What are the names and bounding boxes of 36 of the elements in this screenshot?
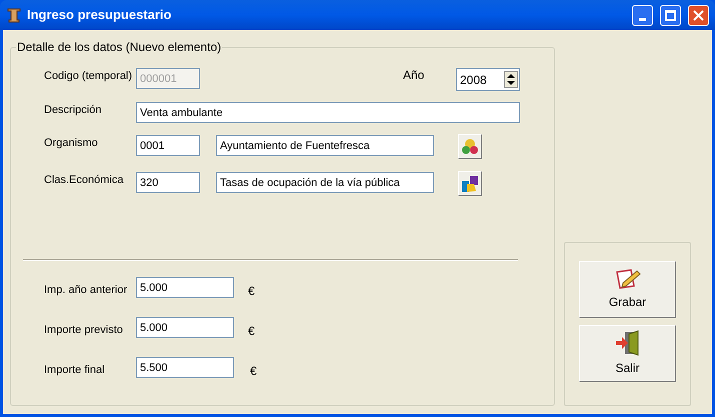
save-button[interactable]: Grabar [579,261,676,318]
field-label: Importe previsto [44,323,124,338]
description-field[interactable]: Venta ambulante [136,102,520,123]
field-label: Clas.Económica [44,173,124,188]
amount-field[interactable]: 5.000 [136,277,234,298]
lookup-button[interactable] [458,171,482,196]
lookup-button[interactable] [458,134,482,159]
column-icon [6,7,22,23]
notepad-pencil-icon [614,268,640,290]
field-label: Descripción [44,103,102,118]
window-title: Ingreso presupuestario [27,6,172,24]
close-icon [693,10,704,20]
field-label: Codigo (temporal) [44,69,134,84]
palette-icon [461,138,479,156]
currency-symbol: € [250,363,257,380]
exit-button[interactable]: Salir [579,325,676,382]
currency-symbol: € [248,283,255,300]
currency-symbol: € [248,323,255,340]
colored-blocks-icon [461,174,479,192]
field-label: Organismo [44,136,99,151]
year-spinner[interactable]: 2008 [456,68,520,91]
close-button[interactable] [688,4,709,26]
door-exit-icon [614,330,640,356]
field-label: Importe final [44,363,106,378]
name-field[interactable]: Tasas de ocupación de la vía pública [216,172,434,193]
code-field[interactable]: 320 [136,172,200,193]
amount-field[interactable]: 5.500 [136,357,234,378]
code-field[interactable]: 0001 [136,135,200,156]
maximize-button[interactable] [660,4,681,26]
field-label: Año [403,67,426,84]
minimize-button[interactable] [632,4,653,26]
group-legend: Detalle de los datos (Nuevo elemento) [16,40,222,54]
amount-field[interactable]: 5.000 [136,317,234,338]
spin-arrows-icon [504,71,518,88]
field-label: Imp. año anterior [44,283,128,298]
name-field[interactable]: Ayuntamiento de Fuentefresca [216,135,434,156]
